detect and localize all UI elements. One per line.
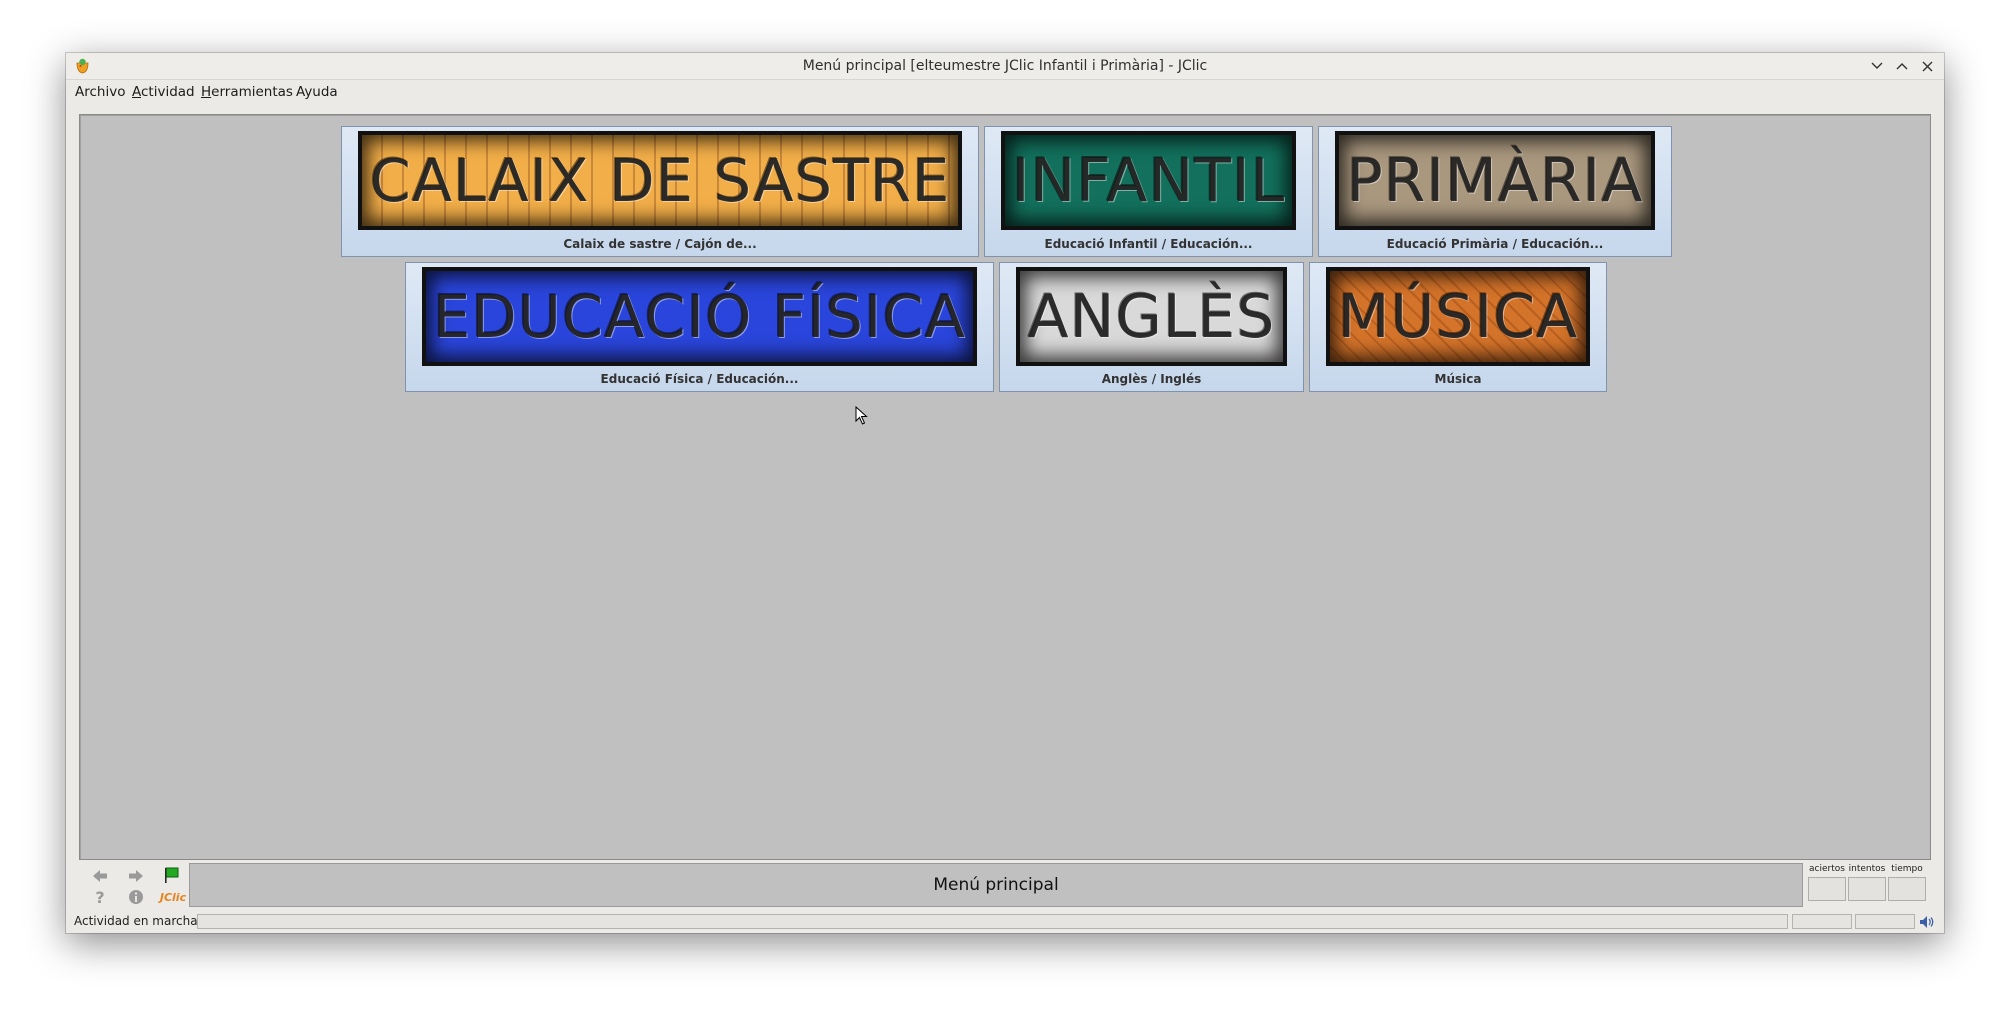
tile-primaria[interactable]: PRIMÀRIA Educació Primària / Educación..…: [1318, 126, 1672, 257]
status-segment: [1855, 914, 1915, 929]
menu-herramientas[interactable]: Herramientas: [201, 80, 293, 104]
counter-label-tiempo: tiempo: [1891, 864, 1923, 874]
menu-label-rest: ctividad: [141, 84, 195, 100]
tile-educacio-fisica[interactable]: EDUCACIÓ FÍSICA Educació Física / Educac…: [405, 262, 994, 392]
previous-activity-button[interactable]: [89, 866, 111, 886]
window-title: Menú principal [elteumestre JClic Infant…: [802, 58, 1208, 74]
counter-label-intentos: intentos: [1848, 864, 1886, 874]
tile-word: MÚSICA: [1337, 281, 1579, 352]
minimize-button[interactable]: [1867, 56, 1887, 76]
tile-caption: Música: [1434, 372, 1482, 386]
menu-actividad[interactable]: Actividad: [132, 80, 195, 104]
green-flag-icon: [165, 867, 179, 883]
status-text: Actividad en marcha: [74, 914, 198, 928]
activity-stage: CALAIX DE SASTRE Calaix de sastre / Cajó…: [79, 114, 1931, 860]
status-segment: [1792, 914, 1852, 929]
tile-image: ANGLÈS: [1016, 267, 1287, 366]
tile-image: INFANTIL: [1001, 131, 1296, 230]
menu-mnemonic: A: [132, 84, 141, 100]
jclic-logo-label: JClic: [159, 890, 187, 904]
menu-label-rest: erramientas: [211, 84, 293, 100]
tile-caption: Calaix de sastre / Cajón de...: [563, 237, 757, 251]
next-activity-button[interactable]: [125, 866, 147, 886]
tile-caption: Educació Primària / Educación...: [1386, 237, 1604, 251]
tile-calaix-de-sastre[interactable]: CALAIX DE SASTRE Calaix de sastre / Cajó…: [341, 126, 979, 257]
menu-archivo[interactable]: Archivo: [75, 80, 125, 104]
svg-text:?: ?: [95, 889, 104, 905]
counter-label-aciertos: aciertos: [1809, 864, 1845, 874]
status-bar: Actividad en marcha: [66, 911, 1944, 931]
tile-angles[interactable]: ANGLÈS Anglès / Inglés: [999, 262, 1304, 392]
message-box: Menú principal: [189, 863, 1803, 907]
progress-bar: [197, 914, 1788, 929]
tile-word: ANGLÈS: [1027, 281, 1276, 352]
arrow-right-icon: [129, 870, 143, 882]
control-panel: ? JClic Menú principal aciertos intentos…: [79, 863, 1929, 908]
tile-caption: Educació Infantil / Educación...: [1044, 237, 1253, 251]
chevron-up-icon: [1896, 63, 1908, 70]
info-button[interactable]: [125, 887, 147, 907]
tile-infantil[interactable]: INFANTIL Educació Infantil / Educación..…: [984, 126, 1313, 257]
arrow-left-icon: [93, 870, 107, 882]
maximize-button[interactable]: [1892, 56, 1912, 76]
about-jclic-button[interactable]: JClic: [159, 887, 187, 907]
tile-image: MÚSICA: [1326, 267, 1590, 366]
title-bar[interactable]: Menú principal [elteumestre JClic Infant…: [66, 53, 1944, 80]
counter-intentos: [1848, 877, 1886, 901]
sound-button[interactable]: [1918, 913, 1936, 930]
tile-word: EDUCACIÓ FÍSICA: [433, 282, 966, 351]
chevron-down-icon: [1871, 62, 1883, 69]
app-window: Menú principal [elteumestre JClic Infant…: [66, 53, 1944, 933]
counter-aciertos: [1808, 877, 1846, 901]
tile-word: CALAIX DE SASTRE: [369, 146, 951, 215]
return-button[interactable]: [161, 865, 183, 885]
info-icon: [129, 890, 143, 904]
counter-tiempo: [1888, 877, 1926, 901]
help-button[interactable]: ?: [89, 887, 111, 907]
tile-image: EDUCACIÓ FÍSICA: [422, 267, 977, 366]
question-mark-icon: ?: [95, 889, 104, 905]
menu-ayuda[interactable]: Ayuda: [296, 80, 338, 104]
tile-word: PRIMÀRIA: [1346, 145, 1644, 216]
close-button[interactable]: [1917, 56, 1937, 76]
tile-musica[interactable]: MÚSICA Música: [1309, 262, 1607, 392]
menu-bar: Archivo Actividad Herramientas Ayuda: [66, 80, 1944, 104]
tile-image: PRIMÀRIA: [1335, 131, 1655, 230]
speaker-icon: [1920, 915, 1934, 928]
tile-image: CALAIX DE SASTRE: [358, 131, 962, 230]
message-text: Menú principal: [933, 875, 1059, 895]
mouse-cursor-icon: [855, 406, 868, 425]
menu-mnemonic: H: [201, 84, 212, 100]
tile-caption: Educació Física / Educación...: [600, 372, 799, 386]
tile-word: INFANTIL: [1011, 145, 1286, 216]
close-icon: [1922, 61, 1932, 71]
tile-caption: Anglès / Inglés: [1101, 372, 1202, 386]
